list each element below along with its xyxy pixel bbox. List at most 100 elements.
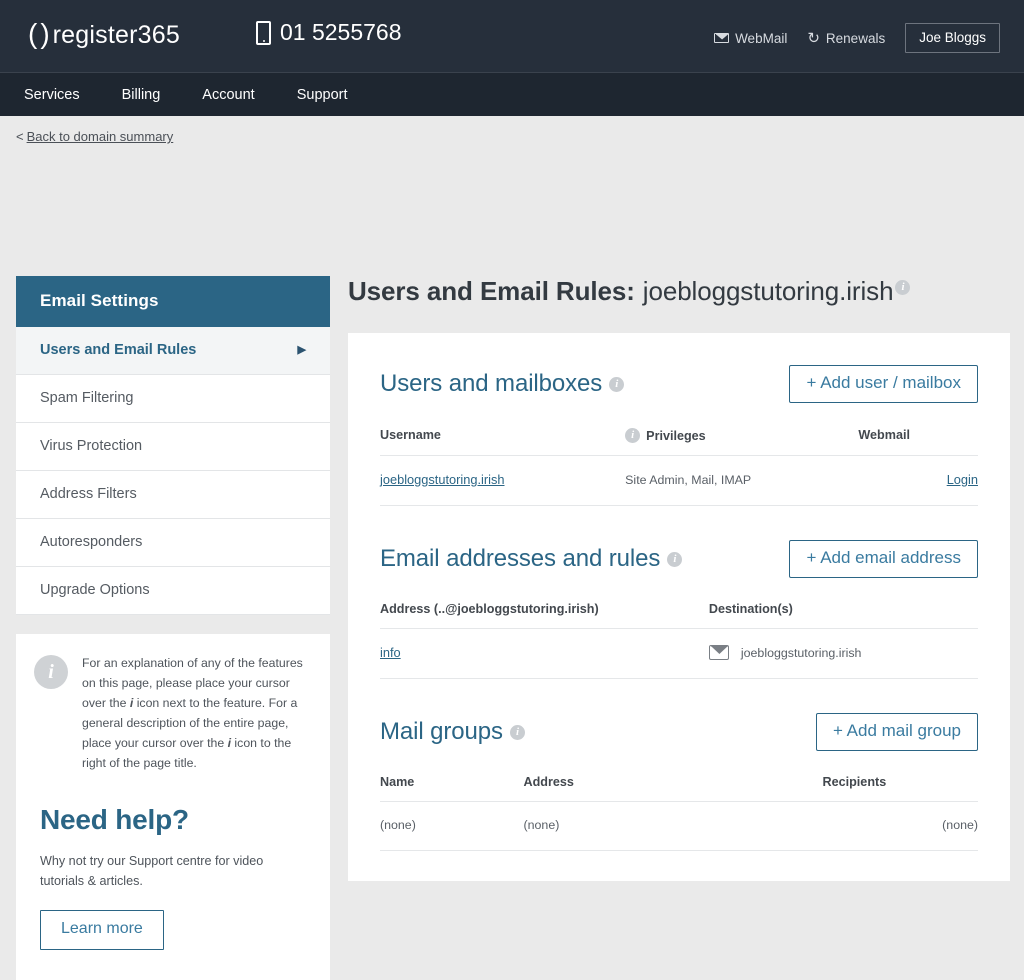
info-icon: i <box>34 655 68 689</box>
logo-paren-right: ) <box>40 18 53 49</box>
sidebar-item-label: Address Filters <box>40 486 137 502</box>
column-header-username: Username <box>380 417 626 456</box>
info-card-text: For an explanation of any of the feature… <box>82 654 308 773</box>
phone-number-text: 01 5255768 <box>280 19 402 45</box>
webmail-label: WebMail <box>735 30 788 46</box>
username-link[interactable]: joebloggstutoring.irish <box>380 472 505 487</box>
privileges-info-icon[interactable]: i <box>625 428 641 443</box>
section-mail-groups: Mail groups i + Add mail group Name Addr… <box>380 713 978 851</box>
section-title: Users and mailboxes i <box>380 370 625 398</box>
nav-item-support[interactable]: Support <box>297 87 366 103</box>
email-addresses-table: Address (..@joebloggstutoring.irish) Des… <box>380 592 978 679</box>
table-header-row: Address (..@joebloggstutoring.irish) Des… <box>380 592 978 629</box>
email-address-link[interactable]: info <box>380 645 401 660</box>
column-header-address: Address <box>523 765 823 802</box>
header-phone-number: 01 5255768 <box>256 19 402 46</box>
sidebar-item-virus-protection[interactable]: Virus Protection <box>16 423 330 471</box>
destination-text: joebloggstutoring.irish <box>740 645 862 660</box>
section-info-icon[interactable]: i <box>609 376 625 392</box>
main-card: Users and mailboxes i + Add user / mailb… <box>348 333 1010 881</box>
nav-item-account[interactable]: Account <box>202 87 272 103</box>
webmail-login-link[interactable]: Login <box>947 472 978 487</box>
column-header-privileges: i Privileges <box>625 417 859 456</box>
chevron-right-icon: ▶ <box>297 343 306 356</box>
section-info-icon[interactable]: i <box>509 724 525 740</box>
mobile-phone-icon <box>256 20 271 45</box>
sidebar-item-label: Users and Email Rules <box>40 342 197 358</box>
section-title-text: Users and mailboxes <box>380 370 603 397</box>
section-header: Users and mailboxes i + Add user / mailb… <box>380 365 978 403</box>
section-title-text: Mail groups <box>380 718 503 745</box>
learn-more-button[interactable]: Learn more <box>40 910 164 951</box>
section-email-addresses-and-rules: Email addresses and rules i + Add email … <box>380 540 978 679</box>
renewals-label: Renewals <box>825 30 886 46</box>
sidebar-item-spam-filtering[interactable]: Spam Filtering <box>16 375 330 423</box>
need-help-title: Need help? <box>40 804 189 835</box>
column-header-privileges-label: Privileges <box>646 428 706 443</box>
page-body: < Back to domain summary Email Settings U… <box>0 116 1024 980</box>
cell-address: (none) <box>523 801 823 851</box>
sidebar-nav: Email Settings Users and Email Rules ▶ S… <box>16 276 330 615</box>
webmail-link[interactable]: WebMail <box>714 31 787 46</box>
main-navigation: Services Billing Account Support <box>0 72 1024 116</box>
envelope-icon <box>714 33 730 43</box>
sidebar-item-label: Spam Filtering <box>40 390 134 406</box>
column-header-name: Name <box>380 765 524 802</box>
nav-item-billing[interactable]: Billing <box>122 87 179 103</box>
back-to-domain-summary-link[interactable]: Back to domain summary <box>27 129 174 144</box>
cell-username: joebloggstutoring.irish <box>380 455 626 506</box>
table-row: (none) (none) (none) <box>380 801 978 851</box>
sidebar-item-label: Autoresponders <box>40 534 143 550</box>
logo-wordmark: register365 <box>52 21 180 49</box>
nav-item-services[interactable]: Services <box>24 87 98 103</box>
mail-groups-table: Name Address Recipients (none) (none) (n… <box>380 765 978 851</box>
cell-destination: joebloggstutoring.irish <box>708 628 978 679</box>
page-title-domain: joebloggstutoring.irish <box>642 276 894 306</box>
refresh-icon: ↻ <box>807 29 820 47</box>
sidebar-item-autoresponders[interactable]: Autoresponders <box>16 519 330 567</box>
main-content: Users and Email Rules: joebloggstutoring… <box>348 116 1010 881</box>
column-header-recipients: Recipients <box>822 765 978 802</box>
column-header-address: Address (..@joebloggstutoring.irish) <box>380 592 709 629</box>
add-user-mailbox-button[interactable]: + Add user / mailbox <box>789 365 978 403</box>
table-row: joebloggstutoring.irish Site Admin, Mail… <box>380 455 978 506</box>
sidebar-item-address-filters[interactable]: Address Filters <box>16 471 330 519</box>
envelope-icon <box>708 645 729 660</box>
page-title: Users and Email Rules: joebloggstutoring… <box>348 276 1010 307</box>
breadcrumb-prefix: < <box>16 129 24 144</box>
header-right-group: WebMail ↻ Renewals Joe Bloggs <box>714 23 1000 53</box>
sidebar-item-upgrade-options[interactable]: Upgrade Options <box>16 567 330 615</box>
cell-address: info <box>380 628 709 679</box>
user-account-button[interactable]: Joe Bloggs <box>905 23 1000 53</box>
cell-webmail: Login <box>858 455 978 506</box>
cell-privileges: Site Admin, Mail, IMAP <box>625 455 859 506</box>
sidebar-item-label: Virus Protection <box>40 438 143 454</box>
page-title-info-icon[interactable]: i <box>895 280 911 295</box>
table-row: info joebloggstutoring.irish <box>380 628 978 679</box>
users-table: Username i Privileges Webmail joebloggstu… <box>380 417 978 506</box>
renewals-link[interactable]: ↻ Renewals <box>807 31 885 46</box>
table-header-row: Username i Privileges Webmail <box>380 417 978 456</box>
section-users-and-mailboxes: Users and mailboxes i + Add user / mailb… <box>380 365 978 506</box>
cell-name: (none) <box>380 801 524 851</box>
cell-recipients: (none) <box>822 801 978 851</box>
column-header-destinations: Destination(s) <box>708 592 978 629</box>
page-title-label: Users and Email Rules: <box>348 276 635 306</box>
logo-paren-left: ( <box>28 18 41 49</box>
sidebar-info-card: i For an explanation of any of the featu… <box>16 634 330 796</box>
need-help-card: Need help? Why not try our Support centr… <box>16 780 330 980</box>
add-mail-group-button[interactable]: + Add mail group <box>815 713 978 751</box>
section-header: Email addresses and rules i + Add email … <box>380 540 978 578</box>
add-email-address-button[interactable]: + Add email address <box>789 540 978 578</box>
sidebar-heading: Email Settings <box>16 276 330 327</box>
section-title-text: Email addresses and rules <box>380 545 661 572</box>
column-header-webmail: Webmail <box>858 417 978 456</box>
sidebar-item-users-and-email-rules[interactable]: Users and Email Rules ▶ <box>16 327 330 375</box>
section-title: Email addresses and rules i <box>380 545 683 573</box>
section-header: Mail groups i + Add mail group <box>380 713 978 751</box>
section-info-icon[interactable]: i <box>667 551 683 567</box>
breadcrumb: < Back to domain summary <box>16 129 173 144</box>
section-title: Mail groups i <box>380 718 525 746</box>
brand-logo[interactable]: ()register365 <box>28 18 180 50</box>
table-header-row: Name Address Recipients <box>380 765 978 802</box>
